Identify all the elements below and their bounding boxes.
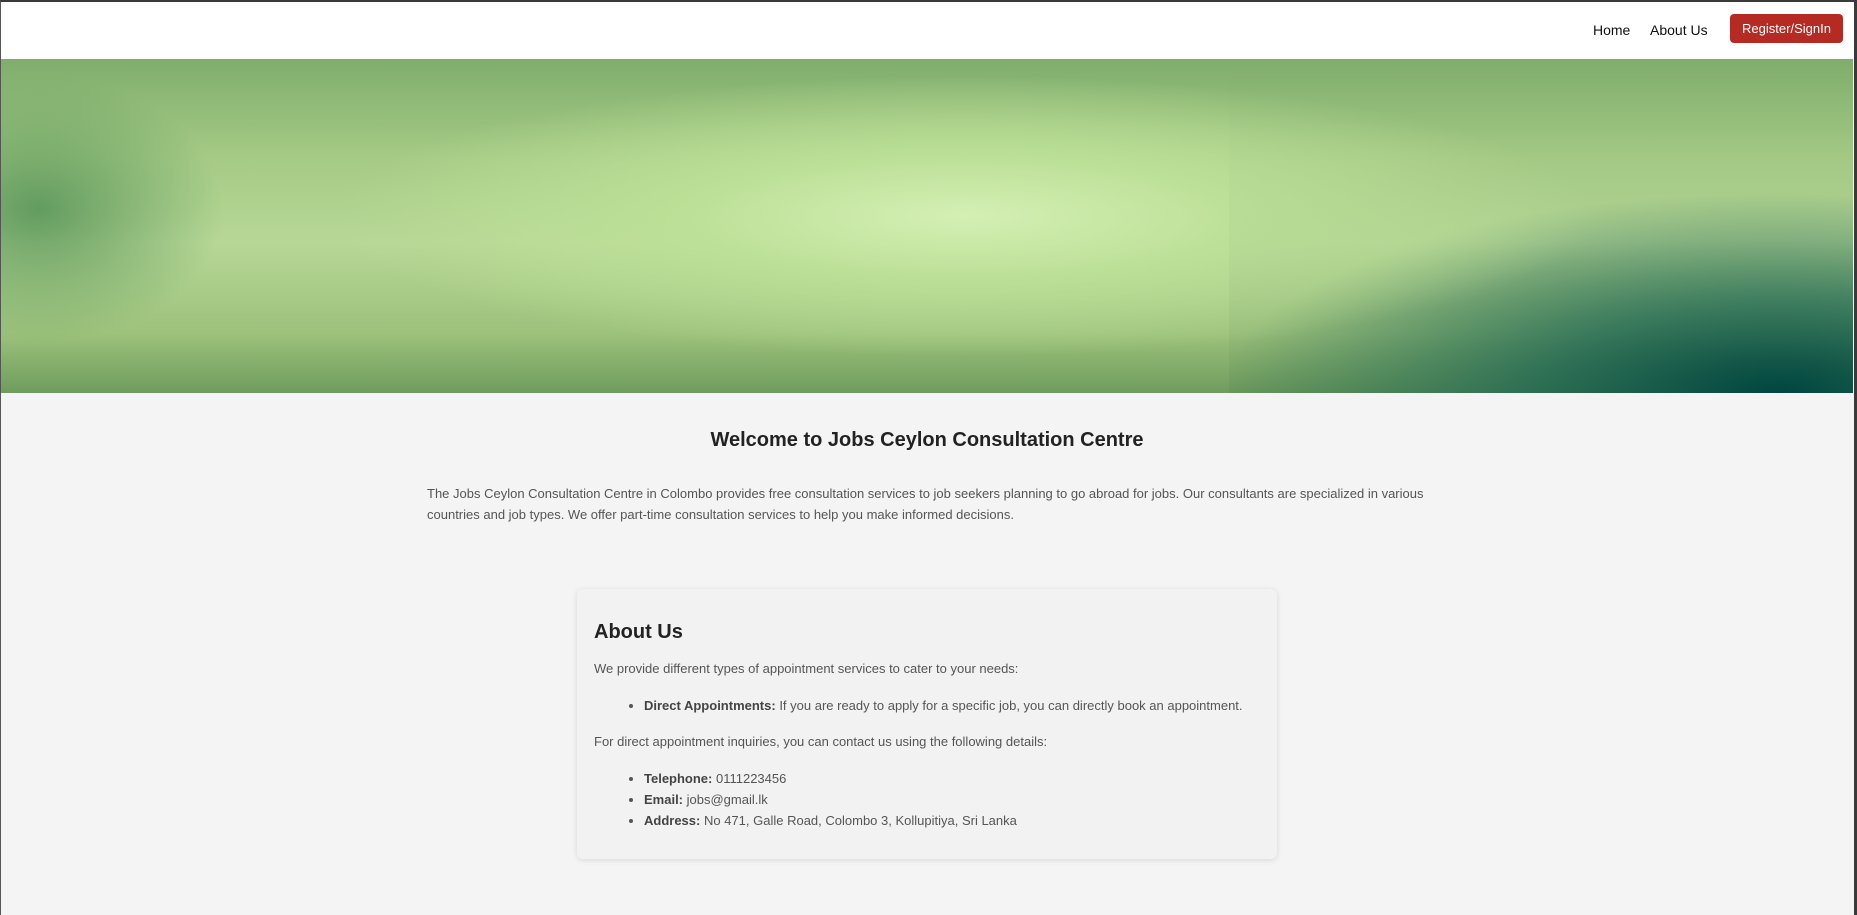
contact-intro: For direct appointment inquiries, you ca… bbox=[594, 734, 1048, 749]
telephone-label: Telephone: bbox=[644, 771, 713, 786]
address-value: No 471, Galle Road, Colombo 3, Kollupiti… bbox=[700, 813, 1017, 828]
email-value: jobs@gmail.lk bbox=[683, 792, 768, 807]
services-intro: We provide different types of appointmen… bbox=[594, 661, 1019, 676]
page-title: Welcome to Jobs Ceylon Consultation Cent… bbox=[710, 429, 1144, 451]
list-item: Email: jobs@gmail.lk bbox=[644, 789, 1260, 810]
register-signin-button[interactable]: Register/SignIn bbox=[1730, 14, 1843, 43]
about-us-heading: About Us bbox=[594, 621, 683, 643]
email-label: Email: bbox=[644, 792, 684, 807]
services-list: Direct Appointments: If you are ready to… bbox=[644, 695, 1260, 716]
list-item: Address: No 471, Galle Road, Colombo 3, … bbox=[644, 810, 1260, 831]
telephone-value: 0111223456 bbox=[712, 771, 787, 786]
hero-shade bbox=[1229, 59, 1853, 393]
contact-list: Telephone: 0111223456 Email: jobs@gmail.… bbox=[644, 768, 1260, 831]
navbar: Home About Us Register/SignIn bbox=[1, 2, 1854, 59]
nav-home-link[interactable]: Home bbox=[1593, 22, 1630, 38]
service-label: Direct Appointments: bbox=[644, 698, 776, 713]
list-item: Telephone: 0111223456 bbox=[644, 768, 1260, 789]
browser-page: Home About Us Register/SignIn Welcome to… bbox=[0, 0, 1857, 915]
about-us-card: About Us We provide different types of a… bbox=[577, 589, 1277, 859]
nav-about-link[interactable]: About Us bbox=[1650, 22, 1708, 38]
hero-banner bbox=[1, 59, 1853, 393]
address-label: Address: bbox=[644, 813, 701, 828]
list-item: Direct Appointments: If you are ready to… bbox=[644, 695, 1260, 716]
intro-paragraph: The Jobs Ceylon Consultation Centre in C… bbox=[427, 486, 1424, 522]
service-text: If you are ready to apply for a specific… bbox=[775, 698, 1243, 713]
